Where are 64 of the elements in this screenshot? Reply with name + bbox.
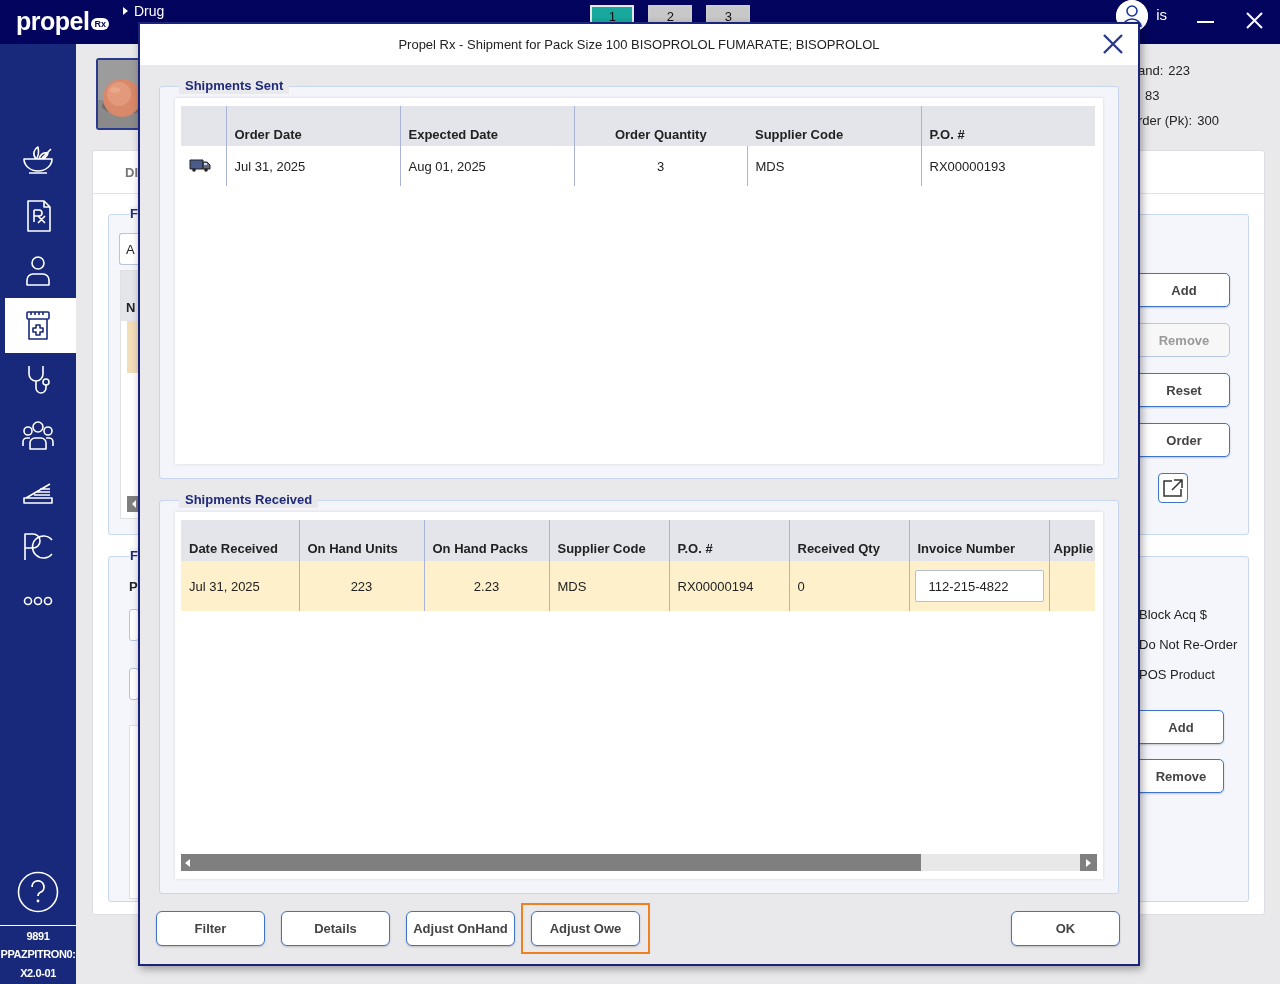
table-cell: Aug 01, 2025	[400, 146, 574, 186]
group-legend: Shipments Received	[179, 492, 319, 508]
column-header: Supplier Code	[549, 520, 669, 561]
table-cell: 223	[299, 561, 424, 611]
table-row[interactable]: Jul 31, 2025 223 2.23 MDS RX00000194 0 112-215-4822	[181, 561, 1095, 611]
open-external-button[interactable]	[1158, 473, 1188, 503]
dialog-title: Propel Rx - Shipment for Pack Size 100 BISOPROLOL FUMARATE; BISOPROLOL	[398, 36, 880, 52]
scroll-right-icon[interactable]	[1086, 858, 1091, 867]
table-cell: RX00000193	[921, 146, 1095, 186]
group-legend: Shipments Sent	[179, 78, 290, 94]
option-label: Block Acq $	[1139, 606, 1207, 624]
breadcrumb-arrow-icon	[122, 7, 128, 15]
table-cell: MDS	[747, 146, 921, 186]
table-row	[127, 321, 139, 373]
app-logo: propel	[16, 6, 90, 36]
column-header: Received Qty	[789, 520, 909, 561]
column-header: Invoice Number	[909, 520, 1049, 561]
column-header: Supplier Code	[747, 106, 921, 146]
table-cell: Jul 31, 2025	[181, 561, 299, 611]
input-field[interactable]: A	[119, 233, 139, 265]
breadcrumb-link[interactable]: Drug	[133, 3, 165, 19]
column-header: P.O. #	[669, 520, 789, 561]
table-cell: Jul 31, 2025	[226, 146, 400, 186]
field-label: P	[129, 579, 138, 594]
table-cell: 3	[574, 146, 747, 186]
input-field[interactable]: 112-215-4822	[914, 570, 1044, 602]
column-header: On Hand Packs	[424, 520, 549, 561]
sidebar-item[interactable]	[5, 298, 76, 353]
action-button[interactable]: Adjust Owe	[531, 911, 640, 946]
action-button[interactable]: Details	[281, 911, 390, 946]
table-cell: 2.23	[424, 561, 549, 611]
user-name: is	[1156, 5, 1168, 23]
truck-icon	[189, 157, 211, 172]
status-text: X2.0-01	[20, 965, 56, 981]
panel-legend: F	[129, 206, 139, 221]
table-cell: RX00000194	[669, 561, 789, 611]
column-header: Date Received	[181, 520, 299, 561]
stat-value: 223	[1168, 62, 1190, 78]
column-header: N	[121, 271, 139, 321]
section-heading: DI	[125, 164, 138, 180]
column-header: P.O. #	[921, 106, 1095, 146]
column-header: Order Date	[226, 106, 400, 146]
column-header: Expected Date	[400, 106, 574, 146]
stat-value: 83	[1145, 87, 1160, 103]
table-cell: MDS	[549, 561, 669, 611]
column-header: On Hand Units	[299, 520, 424, 561]
ok-button[interactable]: OK	[1011, 911, 1120, 946]
stat-value: 300	[1197, 112, 1219, 128]
horizontal-scrollbar[interactable]	[181, 854, 1097, 871]
status-text: PPAZPITRON0:	[0, 947, 76, 962]
status-text: 9891	[26, 928, 50, 944]
close-icon[interactable]	[1103, 34, 1123, 54]
table-cell: 0	[789, 561, 909, 611]
column-header: Order Quantity	[574, 106, 747, 146]
panel-legend: F	[129, 548, 139, 563]
action-button[interactable]: Filter	[156, 911, 265, 946]
action-button[interactable]: Adjust OnHand	[406, 911, 515, 946]
external-link-icon	[1162, 478, 1184, 498]
option-label: POS Product	[1139, 666, 1215, 684]
column-header: Applie	[1049, 520, 1095, 561]
more-icon	[23, 595, 53, 606]
option-label: Do Not Re-Order	[1139, 636, 1238, 654]
logo-badge: Rx	[91, 18, 109, 30]
help-icon[interactable]	[17, 870, 59, 913]
